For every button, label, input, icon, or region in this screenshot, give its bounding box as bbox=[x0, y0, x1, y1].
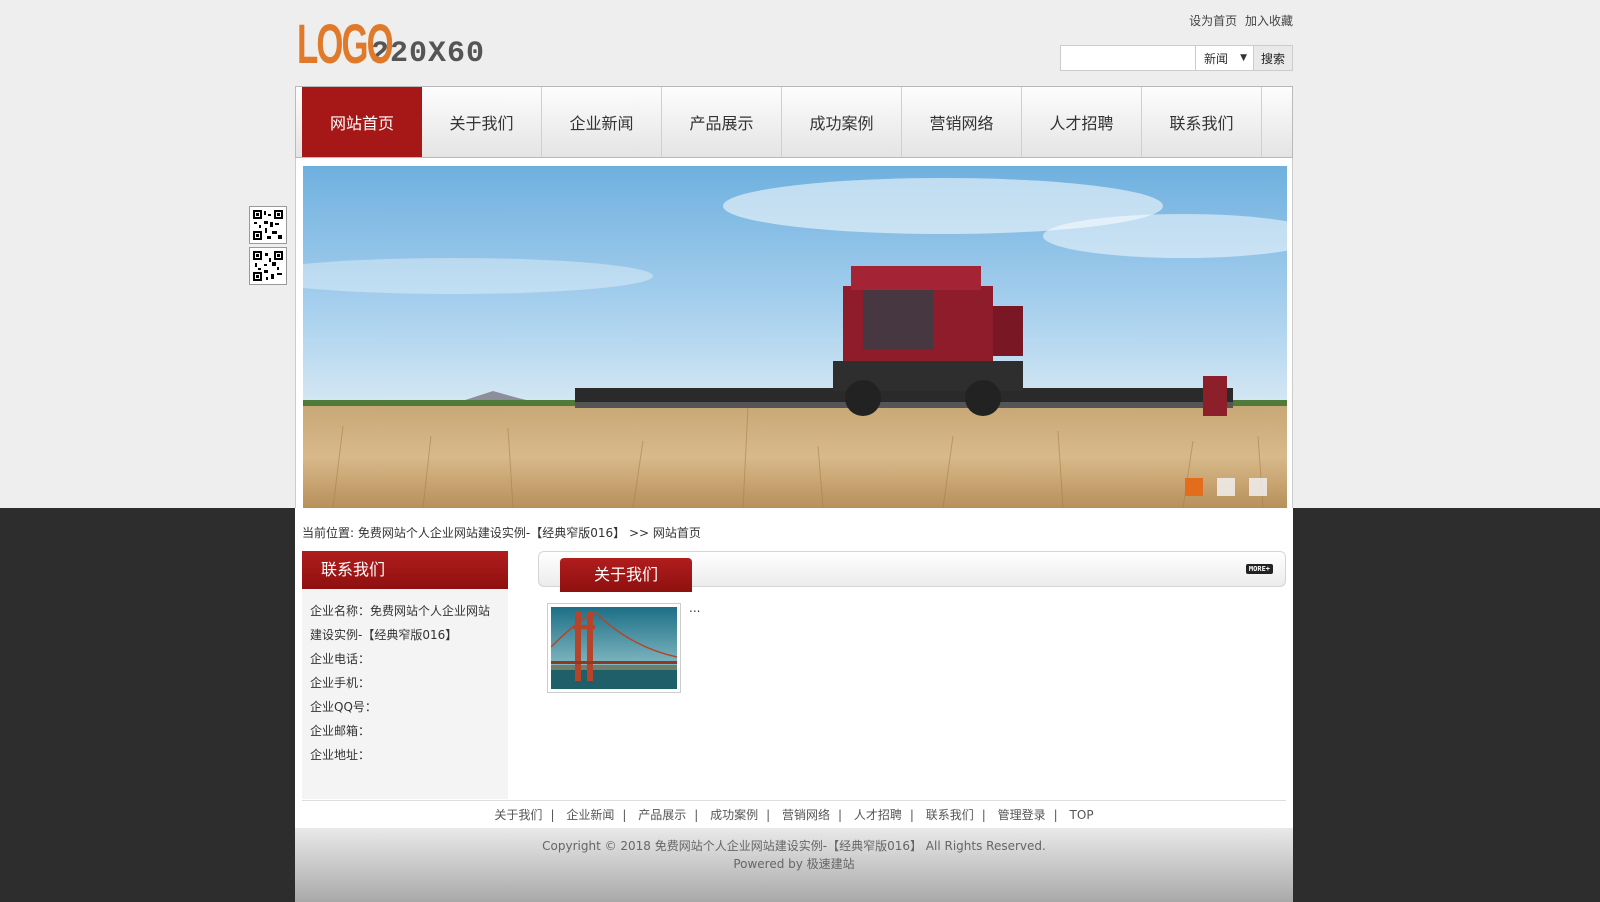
sidebar-title: 联系我们 bbox=[302, 551, 508, 589]
bridge-image bbox=[550, 607, 678, 689]
company-email-row: 企业邮箱： bbox=[310, 724, 371, 738]
search-bar: 新闻 ▼ 搜索 bbox=[1060, 45, 1293, 71]
add-favorite-link[interactable]: 加入收藏 bbox=[1245, 14, 1293, 28]
footer-link-network[interactable]: 营销网络 bbox=[782, 808, 830, 822]
top-links: 设为首页 加入收藏 bbox=[1185, 12, 1293, 29]
nav-item-home[interactable]: 网站首页 bbox=[302, 87, 422, 157]
search-input[interactable] bbox=[1061, 46, 1196, 70]
slide-dot[interactable] bbox=[1185, 478, 1203, 496]
contact-info: 企业名称：免费网站个人企业网站建设实例-【经典窄版016】 企业电话： 企业手机… bbox=[302, 589, 508, 767]
about-title: 关于我们 bbox=[560, 558, 692, 592]
content-area: 当前位置: 免费网站个人企业网站建设实例-【经典窄版016】 >> 网站首页 联… bbox=[295, 508, 1293, 828]
search-button[interactable]: 搜索 bbox=[1254, 46, 1292, 70]
about-thumbnail[interactable] bbox=[547, 603, 681, 693]
footer-link-products[interactable]: 产品展示 bbox=[638, 808, 686, 822]
breadcrumb-site-link[interactable]: 免费网站个人企业网站建设实例-【经典窄版016】 bbox=[358, 526, 625, 540]
search-category-value: 新闻 bbox=[1204, 51, 1229, 66]
nav-item-contact[interactable]: 联系我们 bbox=[1142, 87, 1262, 157]
footer-link-admin[interactable]: 管理登录 bbox=[998, 808, 1046, 822]
more-button[interactable]: MORE+ bbox=[1245, 564, 1273, 574]
nav-item-jobs[interactable]: 人才招聘 bbox=[1022, 87, 1142, 157]
nav-item-news[interactable]: 企业新闻 bbox=[542, 87, 662, 157]
nav-item-about[interactable]: 关于我们 bbox=[422, 87, 542, 157]
footer-link-news[interactable]: 企业新闻 bbox=[566, 808, 614, 822]
qr-code-icon bbox=[249, 247, 287, 285]
company-mobile-row: 企业手机： bbox=[310, 676, 371, 690]
set-home-link[interactable]: 设为首页 bbox=[1189, 14, 1237, 28]
powered-by-text: Powered by 极速建站 bbox=[733, 857, 855, 871]
company-qq-row: 企业QQ号： bbox=[310, 700, 377, 714]
slide-dot[interactable] bbox=[1249, 478, 1267, 496]
breadcrumb-separator: >> bbox=[628, 526, 650, 540]
site-logo[interactable]: LOGO 220X60 bbox=[297, 14, 517, 74]
banner-slide[interactable] bbox=[303, 166, 1287, 508]
nav-item-network[interactable]: 营销网络 bbox=[902, 87, 1022, 157]
copyright-text: Copyright © 2018 免费网站个人企业网站建设实例-【经典窄版016… bbox=[542, 839, 1046, 853]
logo-word: LOGO bbox=[297, 12, 394, 75]
company-name-row: 企业名称：免费网站个人企业网站建设实例-【经典窄版016】 bbox=[310, 599, 500, 647]
footer-link-contact[interactable]: 联系我们 bbox=[926, 808, 974, 822]
breadcrumb: 当前位置: 免费网站个人企业网站建设实例-【经典窄版016】 >> 网站首页 bbox=[302, 524, 701, 541]
about-excerpt: ... bbox=[689, 601, 701, 615]
footer-link-top[interactable]: TOP bbox=[1070, 808, 1094, 822]
site-footer: Copyright © 2018 免费网站个人企业网站建设实例-【经典窄版016… bbox=[295, 828, 1293, 902]
slide-dot[interactable] bbox=[1217, 478, 1235, 496]
footer-link-about[interactable]: 关于我们 bbox=[494, 808, 542, 822]
qr-code-icon bbox=[249, 206, 287, 244]
footer-link-cases[interactable]: 成功案例 bbox=[710, 808, 758, 822]
footer-links: 关于我们 | 企业新闻 | 产品展示 | 成功案例 | 营销网络 | 人才招聘 | 联系我们… bbox=[494, 808, 1094, 822]
footer-link-jobs[interactable]: 人才招聘 bbox=[854, 808, 902, 822]
harvester-field-image bbox=[303, 166, 1287, 508]
company-address-row: 企业地址： bbox=[310, 748, 371, 762]
banner-frame bbox=[295, 158, 1293, 508]
nav-item-cases[interactable]: 成功案例 bbox=[782, 87, 902, 157]
chevron-down-icon: ▼ bbox=[1240, 53, 1247, 63]
company-name-label: 企业名称： bbox=[310, 604, 371, 618]
main-nav: 网站首页 关于我们 企业新闻 产品展示 成功案例 营销网络 人才招聘 联系我们 bbox=[295, 86, 1293, 158]
contact-sidebar: 联系我们 企业名称：免费网站个人企业网站建设实例-【经典窄版016】 企业电话：… bbox=[302, 551, 508, 799]
about-header: 关于我们 MORE+ bbox=[538, 551, 1286, 592]
divider bbox=[302, 800, 1286, 801]
nav-item-products[interactable]: 产品展示 bbox=[662, 87, 782, 157]
company-phone-row: 企业电话： bbox=[310, 652, 371, 666]
breadcrumb-label: 当前位置: bbox=[302, 526, 355, 540]
search-category-select[interactable]: 新闻 ▼ bbox=[1196, 46, 1254, 70]
breadcrumb-current[interactable]: 网站首页 bbox=[653, 526, 701, 540]
slide-indicators bbox=[1171, 478, 1267, 496]
